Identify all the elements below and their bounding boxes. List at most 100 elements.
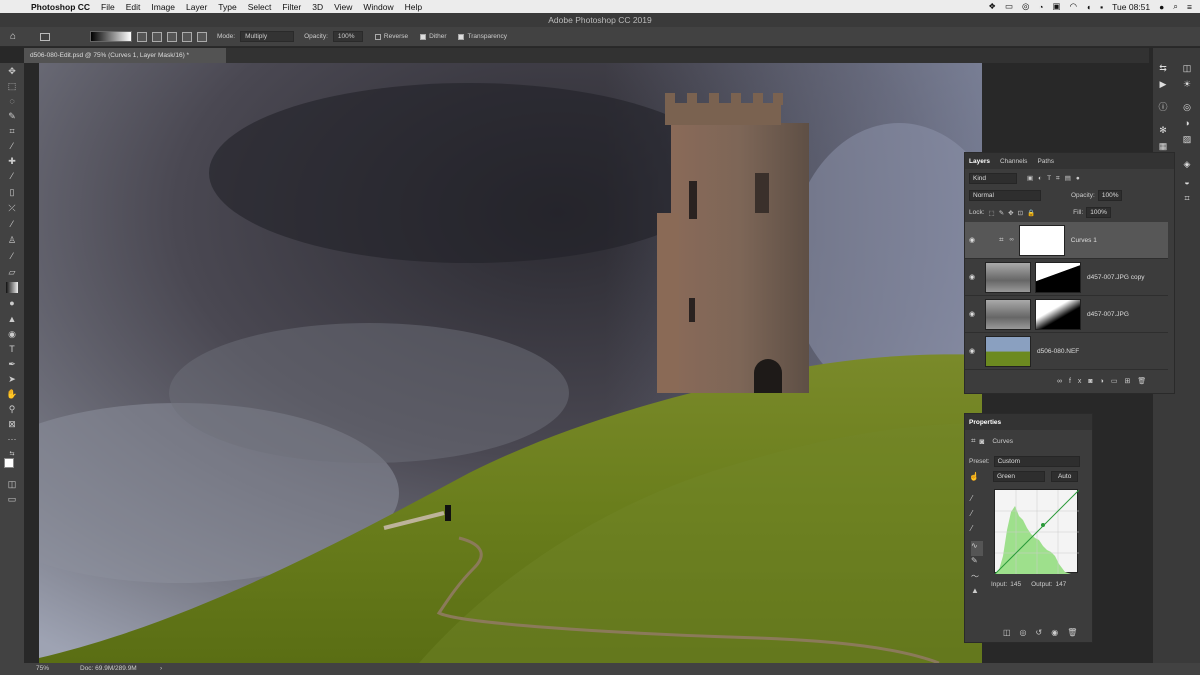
dropbox-icon[interactable]: ❖ — [988, 1, 996, 12]
app-menu[interactable]: Photoshop CC — [31, 2, 90, 12]
search-icon[interactable]: ⌕ — [1173, 1, 1178, 12]
brush-2-icon[interactable]: ⁄ — [6, 251, 18, 262]
mode-select[interactable]: Multiply — [240, 31, 295, 42]
panel-icon-1[interactable]: ◫ — [1181, 62, 1193, 74]
zoom-tool-icon[interactable]: ⚲ — [6, 404, 18, 415]
eye-icon[interactable]: ◉ — [965, 236, 979, 244]
foreground-color-swatch[interactable] — [4, 458, 14, 468]
info-panel-icon[interactable]: ⓘ — [1157, 101, 1169, 113]
white-point-eyedropper-icon[interactable]: ⁄ — [971, 524, 983, 541]
lasso-tool-icon[interactable]: ◌ — [6, 96, 18, 107]
eraser-icon[interactable]: ▱ — [6, 267, 18, 278]
lock-icon[interactable]: ▣ — [1053, 1, 1061, 12]
link-icon[interactable]: ∞ — [1010, 237, 1014, 243]
menu-image[interactable]: Image — [151, 2, 175, 12]
healing-tool-icon[interactable]: ✚ — [6, 156, 18, 167]
kind-filter-select[interactable]: Kind — [969, 173, 1017, 184]
marquee-tool-icon[interactable]: ⬚ — [6, 81, 18, 92]
flag-icon[interactable]: ▪ — [1100, 2, 1103, 12]
tab-paths[interactable]: Paths — [1037, 158, 1054, 165]
filter-icons[interactable]: ▣◐T⌗▤● — [1027, 174, 1085, 183]
history-brush-icon[interactable]: ⤫ — [6, 203, 18, 214]
channels-panel-icon[interactable]: ◒ — [1181, 176, 1193, 188]
auto-button[interactable]: Auto — [1050, 471, 1079, 482]
tool-preset-icon[interactable] — [40, 32, 50, 41]
curves-adjustment-icon[interactable]: ⌗ — [971, 436, 976, 446]
blend-mode-select[interactable]: Normal — [969, 190, 1041, 201]
pencil-curve-icon[interactable]: ✎ — [971, 556, 983, 571]
quick-select-tool-icon[interactable]: ✎ — [6, 111, 18, 122]
sponge-tool-icon[interactable]: ◉ — [6, 329, 18, 340]
document-canvas-photo[interactable] — [39, 63, 982, 663]
document-tab[interactable]: d506-080-Edit.psd @ 75% (Curves 1, Layer… — [24, 48, 226, 63]
crop-tool-icon[interactable]: ⌗ — [6, 126, 18, 137]
paths-panel-icon[interactable]: ⌗ — [1181, 192, 1193, 204]
gray-point-eyedropper-icon[interactable]: ⁄ — [971, 509, 983, 524]
linear-gradient-button[interactable] — [137, 31, 147, 42]
eraser-tool-icon[interactable]: ⁄ — [6, 219, 18, 230]
layer-opacity-field[interactable]: 100% — [1097, 190, 1123, 201]
input-value[interactable]: 145 — [1010, 581, 1021, 588]
reverse-checkbox[interactable] — [374, 33, 381, 40]
panel-icon-3[interactable]: ◎ — [1181, 101, 1193, 113]
menu-file[interactable]: File — [101, 2, 115, 12]
layer-row[interactable]: ◉ ⌗ ∞ Curves 1 — [965, 222, 1168, 259]
curve-point-tool-icon[interactable]: ∿ — [971, 541, 983, 556]
wifi-icon[interactable]: ◠ — [1070, 1, 1077, 12]
timer-icon[interactable]: ◔ — [1038, 2, 1043, 12]
black-point-eyedropper-icon[interactable]: ⁄ — [971, 494, 983, 509]
user-avatar-icon[interactable]: ● — [1159, 2, 1164, 12]
frame-tool-icon[interactable]: ⊠ — [6, 419, 18, 430]
menu-select[interactable]: Select — [248, 2, 272, 12]
output-value[interactable]: 147 — [1055, 581, 1066, 588]
lock-icons[interactable]: ⬚✎✥⊡🔒 — [989, 209, 1040, 217]
layer-mask-thumbnail[interactable] — [1035, 298, 1081, 330]
menu-edit[interactable]: Edit — [126, 2, 141, 12]
menu-help[interactable]: Help — [405, 2, 422, 12]
zoom-level[interactable]: 75% — [36, 663, 49, 675]
dodge-tool-icon[interactable]: ▲ — [6, 314, 18, 325]
layer-thumbnail[interactable] — [985, 298, 1031, 330]
menu-list-icon[interactable]: ≡ — [1187, 2, 1192, 12]
screen-mode-icon[interactable]: ▭ — [6, 494, 18, 505]
eyedropper-tool-icon[interactable]: ⁄ — [6, 141, 18, 152]
move-tool-icon[interactable]: ✥ — [6, 66, 18, 77]
eye-icon[interactable]: ◉ — [965, 310, 979, 318]
panel-icon-2[interactable]: ☀ — [1181, 78, 1193, 90]
layers-panel-icon[interactable]: ◈ — [1181, 158, 1193, 170]
angle-gradient-button[interactable] — [167, 31, 177, 42]
type-tool-icon[interactable]: T — [6, 344, 18, 355]
layers-footer-icons[interactable]: ∞fx◙◑▭⊞🗑 — [1057, 377, 1200, 385]
clock[interactable]: Tue 08:51 — [1112, 2, 1150, 12]
blur-tool-icon[interactable]: ● — [6, 298, 18, 309]
diamond-gradient-button[interactable] — [197, 31, 207, 42]
target-adjust-icon[interactable]: ☝ — [969, 472, 979, 481]
history-panel-icon[interactable]: ⇆ — [1157, 62, 1169, 74]
gradient-tool-icon[interactable] — [6, 282, 18, 293]
more-tools-icon[interactable]: ··· — [6, 434, 18, 445]
smooth-curve-icon[interactable]: 〜 — [971, 571, 983, 586]
hand-tool-icon[interactable]: ✋ — [6, 389, 18, 400]
path-select-icon[interactable]: ➤ — [6, 374, 18, 385]
eye-icon[interactable]: ◉ — [965, 273, 979, 281]
dither-checkbox[interactable] — [420, 33, 427, 40]
stamp-2-icon[interactable]: ♙ — [6, 235, 18, 246]
menu-type[interactable]: Type — [218, 2, 236, 12]
layer-mask-thumbnail[interactable] — [1018, 224, 1065, 256]
curves-graph[interactable] — [994, 489, 1080, 575]
menu-filter[interactable]: Filter — [282, 2, 301, 12]
tab-layers[interactable]: Layers — [969, 158, 990, 165]
volume-icon[interactable]: ◖ — [1086, 2, 1091, 12]
properties-footer-icons[interactable]: ◫◎↺◉🗑 — [1003, 628, 1130, 637]
stamp-tool-icon[interactable]: ▯ — [6, 187, 18, 198]
radial-gradient-button[interactable] — [152, 31, 162, 42]
menu-3d[interactable]: 3D — [312, 2, 323, 12]
pen-tool-icon[interactable]: ✒ — [6, 359, 18, 370]
menu-layer[interactable]: Layer — [186, 2, 207, 12]
preset-select[interactable]: Custom — [993, 456, 1080, 467]
screen-icon[interactable]: ◎ — [1022, 1, 1029, 12]
transparency-checkbox[interactable] — [458, 33, 465, 40]
reflected-gradient-button[interactable] — [182, 31, 192, 42]
layer-thumbnail[interactable] — [985, 335, 1031, 367]
layer-thumbnail[interactable] — [985, 261, 1031, 293]
